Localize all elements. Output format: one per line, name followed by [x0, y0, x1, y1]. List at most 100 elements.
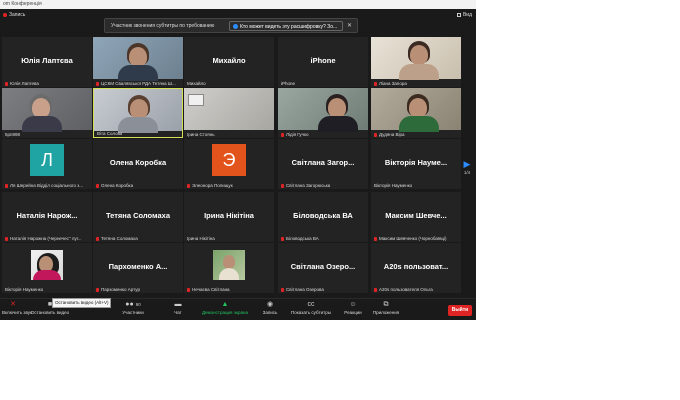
notification-message: Участник звонения субтитры по требованию	[111, 23, 215, 29]
participant-label: Вікторія Науменко	[5, 287, 44, 292]
participant-label: Элеонора Полищук	[187, 183, 233, 188]
mic-muted-icon	[96, 81, 99, 86]
participant-tile-active-speaker[interactable]: Віта Солова	[93, 88, 183, 138]
participant-video	[371, 37, 461, 80]
participant-name: Юлія Лаптєва	[21, 56, 73, 65]
participant-tile[interactable]: 5рп898	[2, 88, 92, 138]
participant-tile[interactable]: Лідія Гучко	[278, 88, 368, 138]
participant-label: Ліана Запора	[374, 81, 407, 86]
mic-muted-icon	[374, 287, 377, 292]
participants-button[interactable]: ●● 90 Участники	[118, 301, 148, 319]
participant-label: Світлана Озерова	[281, 287, 324, 292]
participant-tile[interactable]: iPhone iPhone	[278, 37, 368, 87]
participant-video	[93, 37, 183, 81]
participant-tile[interactable]: Вікторія Науме... Вікторія Науменко	[371, 139, 461, 189]
participant-tile[interactable]: Михайло Михайло	[184, 37, 274, 87]
participant-tile[interactable]: Пархоменко А... Пархоменко Артур	[93, 243, 183, 293]
participant-label: Вікторія Науменко	[374, 183, 413, 188]
mic-muted-icon	[5, 81, 8, 86]
zoom-window: om Конференція Запись Вид Участник звоне…	[0, 0, 476, 320]
participant-label: Ірина Нікітіна	[187, 236, 215, 241]
participant-tile[interactable]: ЦСКМ Свалявської РДА Тетяна Ш...	[93, 37, 183, 87]
participant-label: ЦСКМ Свалявської РДА Тетяна Ш...	[96, 81, 176, 86]
participants-icon: ●● 90	[125, 301, 141, 308]
participant-name: Світлана Загор...	[291, 158, 355, 167]
participant-label: Дудяна Віра	[374, 132, 405, 137]
participant-label: Михайло	[187, 81, 206, 86]
title-bar: om Конференція	[0, 0, 476, 9]
mic-muted-icon	[374, 132, 377, 137]
recording-indicator[interactable]: Запись	[3, 12, 25, 18]
mic-muted-icon	[96, 236, 99, 241]
view-button[interactable]: Вид	[456, 12, 472, 18]
mic-muted-icon	[374, 236, 377, 241]
next-page-button[interactable]: ▶ 1/4	[462, 158, 472, 184]
leave-button[interactable]: Выйти	[448, 305, 472, 316]
participant-tile[interactable]: Вікторія Науменко	[2, 243, 92, 293]
apps-button[interactable]: ⧉ Приложения	[370, 301, 402, 319]
participant-name: Біловодська ВА	[293, 211, 353, 220]
mic-muted-icon	[281, 236, 284, 241]
participant-name: Ірина Нікітіна	[204, 211, 254, 220]
record-button[interactable]: ◉ Запись	[260, 301, 280, 319]
close-icon[interactable]: ✕	[347, 22, 352, 29]
share-screen-icon: ▲	[221, 301, 229, 308]
participant-label: Тетяна Соломаха	[96, 236, 138, 241]
participant-name: A20s пользоват...	[383, 262, 449, 271]
info-icon	[233, 24, 238, 30]
share-screen-label: Демонстрация экрана	[202, 310, 248, 315]
participant-label: 5рп898	[5, 132, 20, 137]
participant-video	[371, 88, 461, 132]
participant-name: Наталія Нарож...	[16, 211, 78, 220]
mic-muted-icon	[281, 132, 284, 137]
participant-tile[interactable]: Біловодська ВА Біловодська ВА	[278, 192, 368, 242]
participant-tile[interactable]: Юлія Лаптєва Юлія Лаптева	[2, 37, 92, 87]
participant-label: Юлія Лаптева	[5, 81, 39, 86]
participant-label: Наталія Нарожна (Чернечес'' луг...	[5, 236, 82, 241]
grid-view-icon	[456, 12, 461, 17]
participant-tile[interactable]: Э Элеонора Полищук	[184, 139, 274, 189]
window-title: om Конференція	[3, 1, 42, 7]
participant-tile[interactable]: Наталія Нарож... Наталія Нарожна (Чернеч…	[2, 192, 92, 242]
reactions-icon: ☺	[349, 301, 357, 308]
profile-picture	[31, 250, 63, 280]
participant-tile[interactable]: Олена Коробка Олена Коробка	[93, 139, 183, 189]
stop-video-label: Остановить видео	[30, 310, 70, 315]
participant-label: Олена Коробка	[96, 183, 133, 188]
participant-tile[interactable]: A20s пользоват... A20s пользователя Ольг…	[371, 243, 461, 293]
chevron-right-icon: ▶	[463, 159, 471, 169]
avatar: Э	[212, 144, 246, 176]
participant-tile[interactable]: Нечаєва Світлана	[184, 243, 274, 293]
participant-tile[interactable]: Л Ля Шерейна Відділ соціального з...	[2, 139, 92, 189]
participant-tile[interactable]: Тетяна Соломаха Тетяна Соломаха	[93, 192, 183, 242]
who-can-see-label: Кто может видеть эту расшифровку? Зо...	[240, 24, 338, 30]
chat-button[interactable]: ▬ Чат	[168, 301, 188, 319]
stop-video-tooltip: Остановить видео (Alt+V)	[52, 298, 112, 308]
who-can-see-button[interactable]: Кто может видеть эту расшифровку? Зо...	[229, 21, 343, 31]
participant-tile[interactable]: Ліана Запора	[371, 37, 461, 87]
participant-label: A20s пользователя Ольга	[374, 287, 433, 292]
participant-label: iPhone	[281, 81, 296, 86]
mic-muted-icon	[187, 287, 190, 292]
participant-tile[interactable]: Ірина Нікітіна Ірина Нікітіна	[184, 192, 274, 242]
participant-label: Пархоменко Артур	[96, 287, 140, 292]
chat-icon: ▬	[174, 301, 182, 308]
participant-tile[interactable]: Дудяна Віра	[371, 88, 461, 138]
mic-muted-icon	[96, 287, 99, 292]
captions-label: Показать субтитры	[291, 310, 331, 315]
participant-tile[interactable]: Світлана Загор... Світлана Загорюська	[278, 139, 368, 189]
avatar: Л	[30, 144, 64, 176]
share-screen-button[interactable]: ▲ Демонстрация экрана	[198, 301, 252, 319]
mic-muted-icon	[96, 183, 99, 188]
participant-video	[184, 88, 274, 130]
page-indicator: 1/4	[463, 170, 471, 175]
participant-tile[interactable]: Максим Шевче... Максим Шевченко (Чорноба…	[371, 192, 461, 242]
participant-tile[interactable]: Ірина Стоянь	[184, 88, 274, 138]
view-label: Вид	[462, 12, 472, 18]
participant-tile[interactable]: Світлана Озеро... Світлана Озерова	[278, 243, 368, 293]
participant-name: Олена Коробка	[109, 158, 167, 167]
unmute-button[interactable]: ✕ Включить звук	[2, 301, 32, 319]
captions-button[interactable]: cc Показать субтитры	[288, 301, 334, 319]
reactions-button[interactable]: ☺ Реакции	[342, 301, 364, 319]
participant-label: Нечаєва Світлана	[187, 287, 230, 292]
